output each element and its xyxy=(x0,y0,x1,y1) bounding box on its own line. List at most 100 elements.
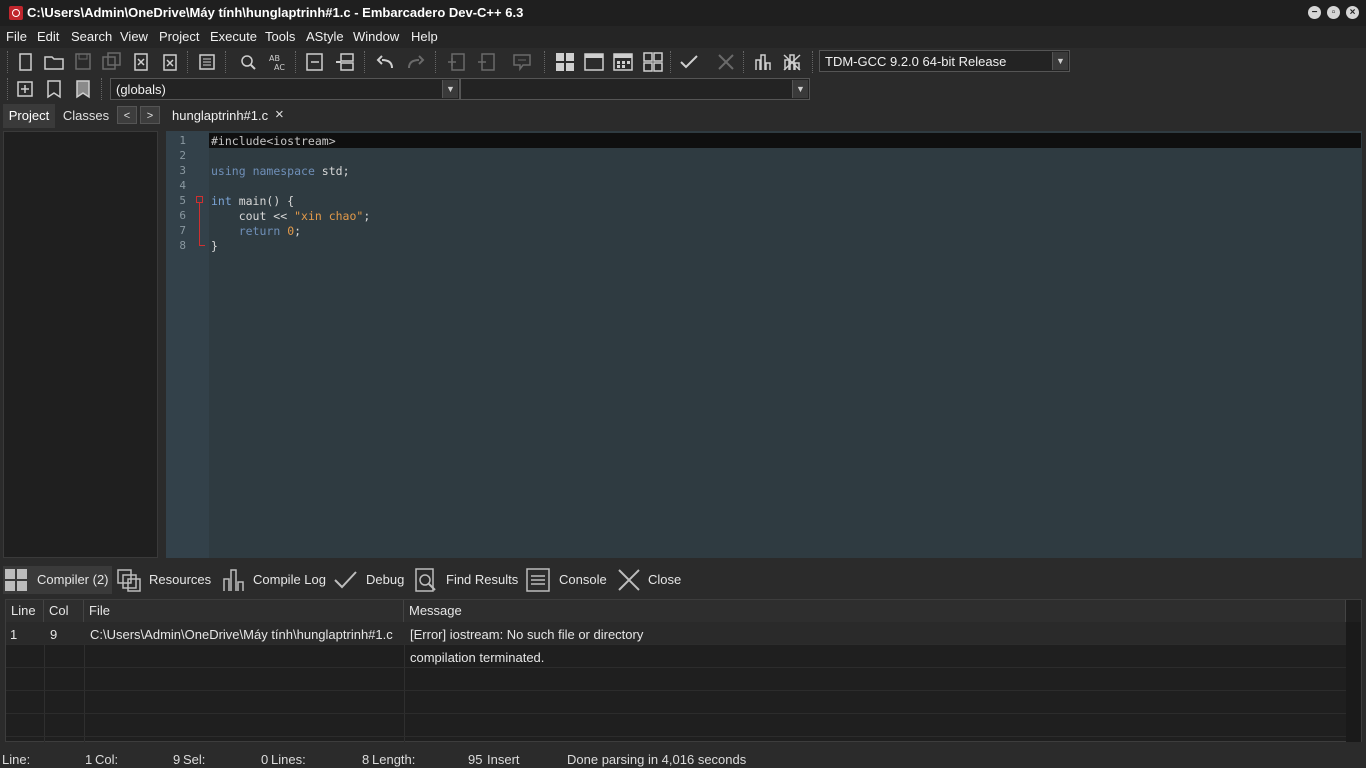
menu-window[interactable]: Window xyxy=(353,29,399,44)
syntax-check-icon[interactable] xyxy=(677,51,701,73)
compiler-select[interactable]: TDM-GCC 9.2.0 64-bit Release ▼ xyxy=(819,50,1070,72)
class-toolbar: (globals) ▼ ▼ xyxy=(0,76,1366,103)
rebuild-all-icon[interactable] xyxy=(641,51,665,73)
toolbar-separator xyxy=(187,51,190,73)
devcpp-app-icon[interactable] xyxy=(9,6,23,20)
tab-debug[interactable]: Debug xyxy=(332,566,408,594)
undo-icon[interactable] xyxy=(374,51,398,73)
replace-icon[interactable]: AB AC xyxy=(266,51,290,73)
new-file-icon[interactable] xyxy=(13,51,37,73)
code-line-6: cout << "xin chao"; xyxy=(211,209,371,223)
cell-file: C:\Users\Admin\OneDrive\Máy tính\hunglap… xyxy=(90,627,393,642)
cell-line: 1 xyxy=(10,627,18,642)
status-col-value: 9 xyxy=(173,752,181,767)
close-icon xyxy=(618,569,640,591)
chevron-right-icon[interactable]: > xyxy=(140,106,160,124)
close-file-icon[interactable] xyxy=(129,51,153,73)
add-to-project-icon[interactable] xyxy=(445,51,469,73)
tab-resources[interactable]: Resources xyxy=(116,566,216,594)
tab-compile-log[interactable]: Compile Log xyxy=(221,566,327,594)
tab-hunglaptrinh[interactable]: hunglaptrinh#1.c xyxy=(172,108,268,123)
compile-run-icon[interactable] xyxy=(611,51,635,73)
redo-icon[interactable] xyxy=(403,51,427,73)
table-scrollbar[interactable] xyxy=(1346,622,1361,742)
chevron-down-icon[interactable]: ▼ xyxy=(442,80,458,98)
fold-marker-icon[interactable] xyxy=(196,196,203,203)
minimize-icon[interactable]: − xyxy=(1308,6,1321,19)
column-header-message[interactable]: Message xyxy=(404,600,1346,622)
print-icon[interactable] xyxy=(195,51,219,73)
project-tree[interactable] xyxy=(3,131,158,558)
profile-icon[interactable] xyxy=(751,51,775,73)
chevron-down-icon[interactable]: ▼ xyxy=(1052,52,1068,70)
code-token: } xyxy=(211,239,218,253)
code-token: int xyxy=(211,194,232,208)
tab-find-results-label: Find Results xyxy=(446,572,519,587)
tab-console[interactable]: Console xyxy=(525,566,611,594)
compile-log-icon xyxy=(223,569,244,591)
run-icon[interactable] xyxy=(582,51,606,73)
column-header-file[interactable]: File xyxy=(84,600,404,622)
close-window-icon[interactable]: × xyxy=(1346,6,1359,19)
table-row[interactable] xyxy=(6,714,1346,737)
tab-project[interactable]: Project xyxy=(3,104,55,128)
cell-message: [Error] iostream: No such file or direct… xyxy=(410,627,644,642)
toolbar-separator xyxy=(743,51,746,73)
chevron-down-icon[interactable]: ▼ xyxy=(792,80,808,98)
menu-astyle[interactable]: AStyle xyxy=(306,29,344,44)
toggle-comment-icon[interactable] xyxy=(333,51,357,73)
status-sel-label: Sel: xyxy=(183,752,206,767)
table-row[interactable] xyxy=(6,691,1346,714)
open-folder-icon[interactable] xyxy=(42,51,66,73)
menu-edit[interactable]: Edit xyxy=(37,29,59,44)
tab-resources-label: Resources xyxy=(149,572,212,587)
code-token: std; xyxy=(314,164,350,178)
save-icon[interactable] xyxy=(71,51,95,73)
scope-select[interactable]: (globals) ▼ xyxy=(110,78,460,100)
tab-compiler-label: Compiler (2) xyxy=(37,572,109,587)
table-row[interactable] xyxy=(6,668,1346,691)
close-tab-icon[interactable]: × xyxy=(275,106,284,123)
toolbar-separator xyxy=(544,51,547,73)
table-row[interactable]: 1 9 C:\Users\Admin\OneDrive\Máy tính\hun… xyxy=(6,622,1346,645)
tab-compiler[interactable]: Compiler (2) xyxy=(3,566,112,594)
column-header-line[interactable]: Line xyxy=(6,600,44,622)
goto-declaration-icon[interactable] xyxy=(13,78,37,100)
table-row[interactable]: compilation terminated. xyxy=(6,645,1346,668)
tab-close-panel[interactable]: Close xyxy=(616,566,686,594)
bookmark-icon[interactable] xyxy=(42,78,66,100)
menu-execute[interactable]: Execute xyxy=(210,29,257,44)
menu-help[interactable]: Help xyxy=(411,29,438,44)
indent-icon[interactable] xyxy=(303,51,327,73)
save-all-icon[interactable] xyxy=(100,51,124,73)
menu-project[interactable]: Project xyxy=(159,29,199,44)
goto-bookmark-icon[interactable] xyxy=(71,78,95,100)
close-all-icon[interactable] xyxy=(158,51,182,73)
code-editor[interactable] xyxy=(166,131,1362,558)
code-token: cout << xyxy=(211,209,295,223)
project-options-icon[interactable] xyxy=(510,51,534,73)
tab-classes[interactable]: Classes xyxy=(58,104,114,128)
tab-find-results[interactable]: Find Results xyxy=(413,566,521,594)
delete-profile-icon[interactable] xyxy=(780,51,804,73)
code-line-5: int main() { xyxy=(211,194,294,208)
menu-tools[interactable]: Tools xyxy=(265,29,295,44)
restore-icon[interactable]: ▫ xyxy=(1327,6,1340,19)
remove-from-project-icon[interactable] xyxy=(475,51,499,73)
menu-view[interactable]: View xyxy=(120,29,148,44)
column-header-col[interactable]: Col xyxy=(44,600,84,622)
chevron-left-icon[interactable]: < xyxy=(117,106,137,124)
stop-execution-icon[interactable] xyxy=(714,51,738,73)
compile-icon[interactable] xyxy=(553,51,577,73)
code-token: ; xyxy=(294,224,302,238)
line-number: 3 xyxy=(179,164,186,177)
menu-bar: File Edit Search View Project Execute To… xyxy=(0,26,1366,48)
code-token: ; xyxy=(363,209,371,223)
tab-console-label: Console xyxy=(559,572,607,587)
find-icon[interactable] xyxy=(236,51,260,73)
cell-col: 9 xyxy=(50,627,58,642)
menu-search[interactable]: Search xyxy=(71,29,112,44)
member-select[interactable]: ▼ xyxy=(460,78,810,100)
toolbar-separator xyxy=(670,51,673,73)
menu-file[interactable]: File xyxy=(6,29,27,44)
